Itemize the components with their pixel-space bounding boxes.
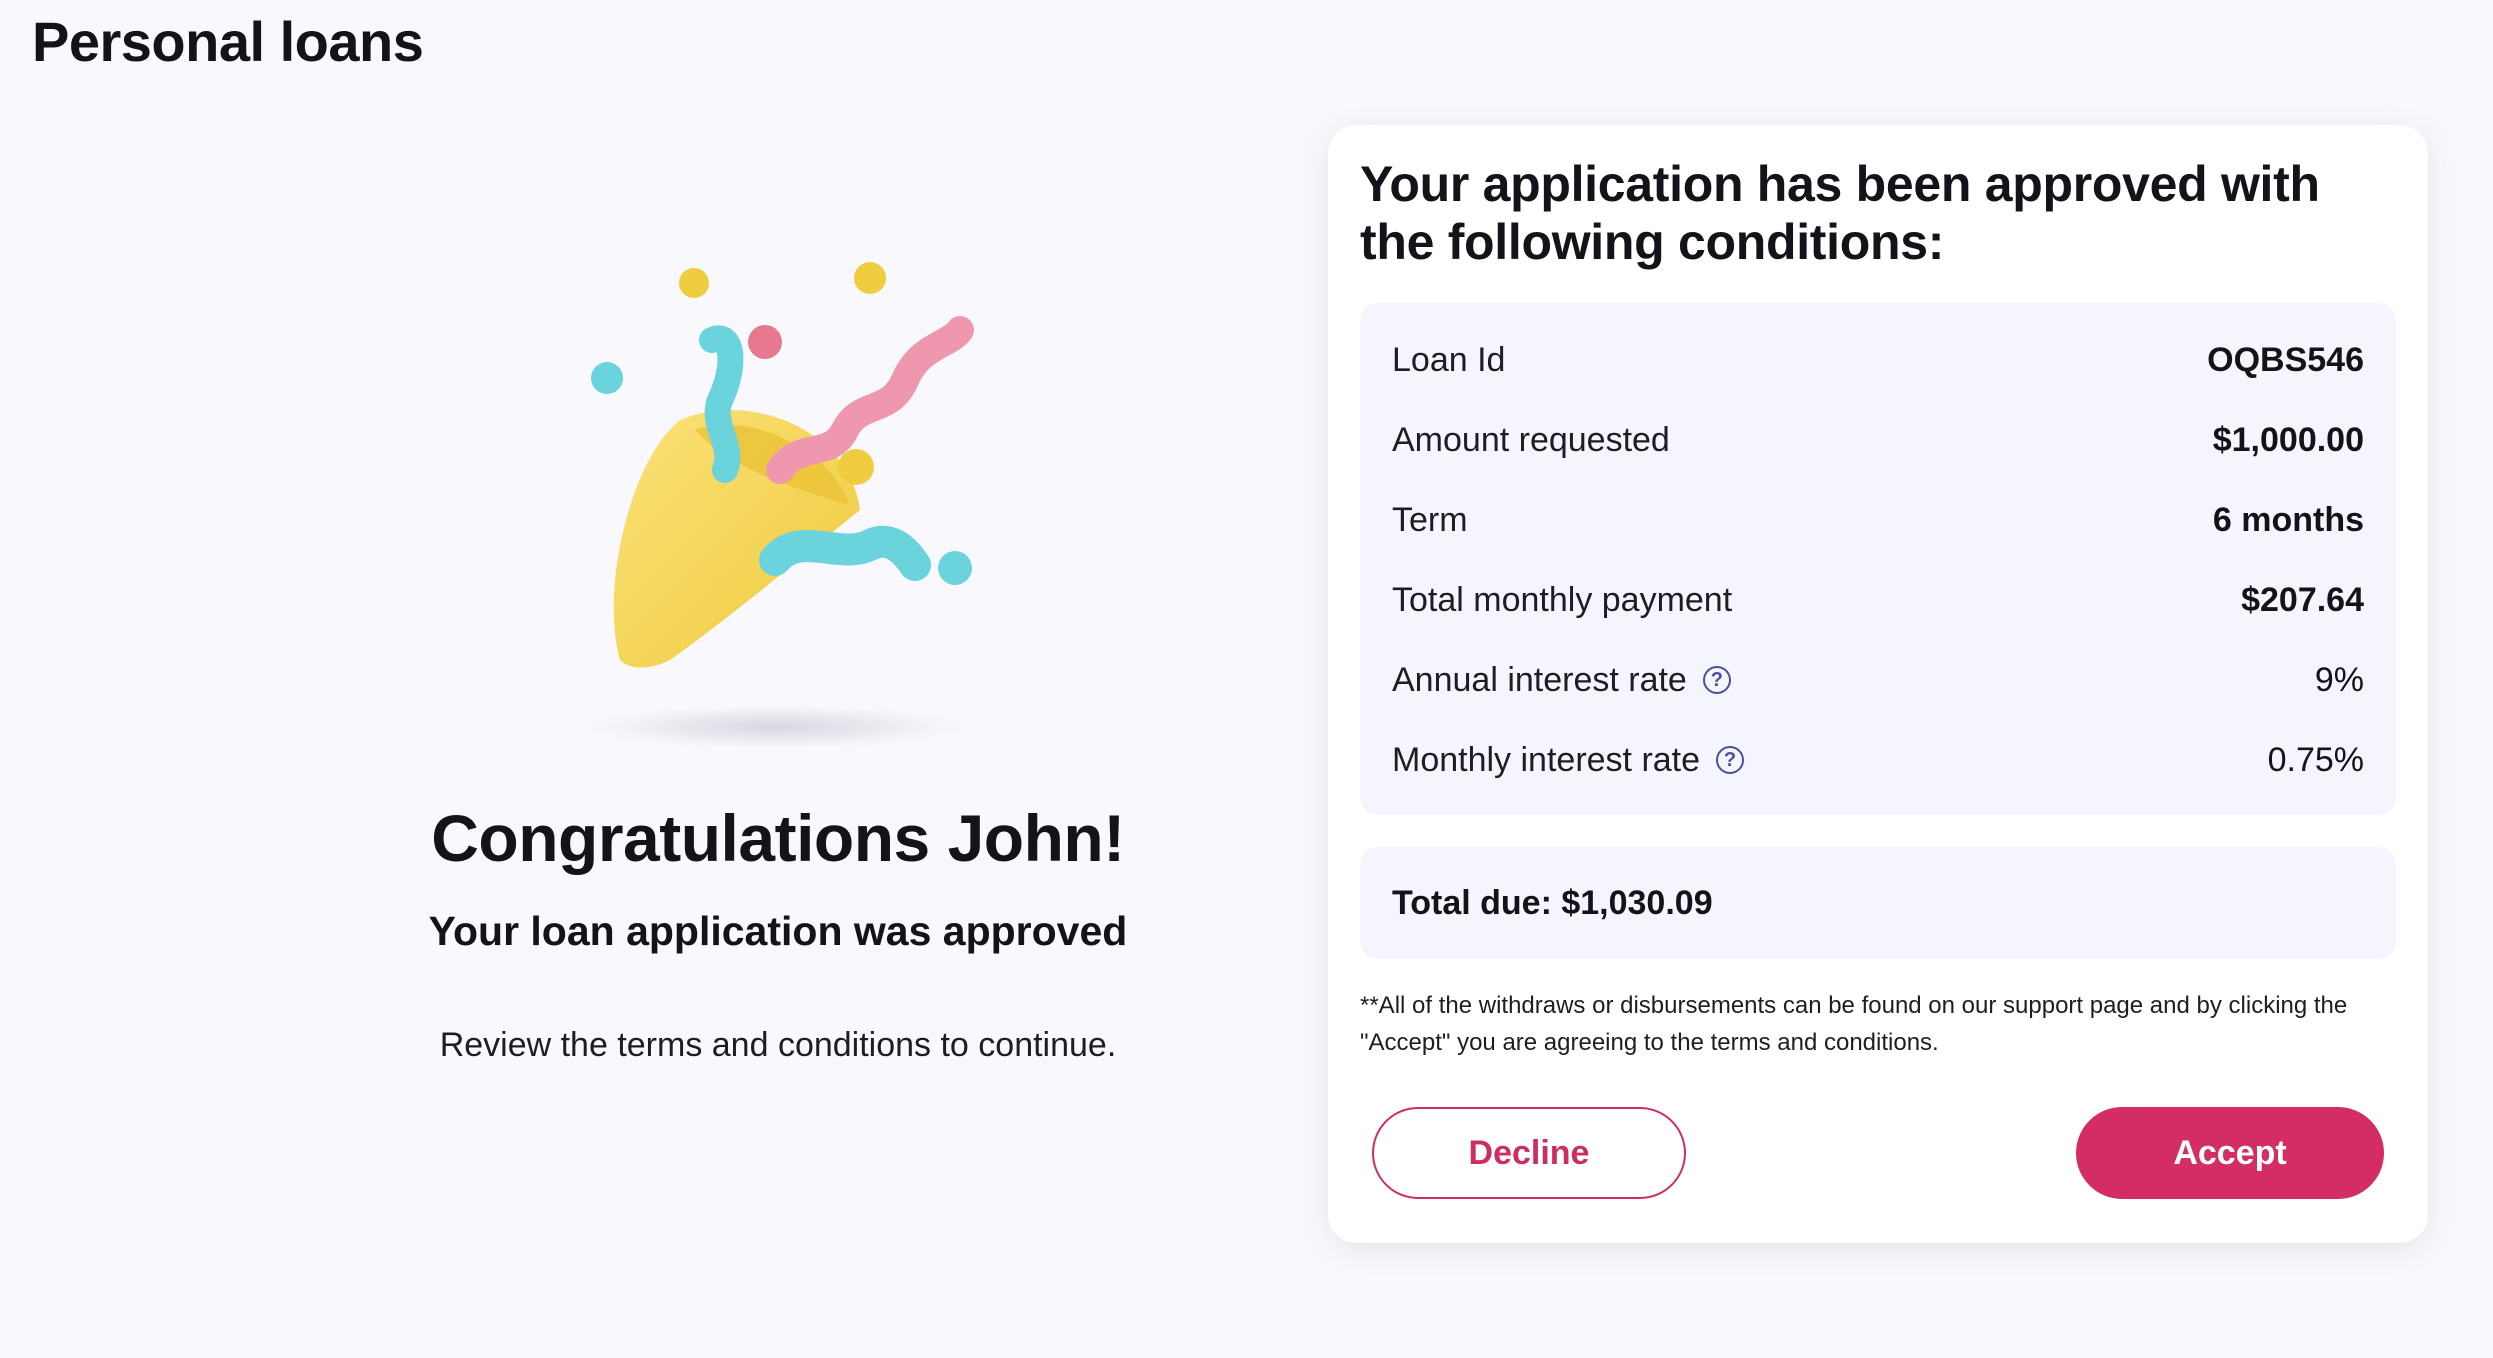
detail-value: 0.75% xyxy=(2267,740,2364,779)
party-popper-icon xyxy=(560,230,1000,760)
detail-label-text: Monthly interest rate xyxy=(1392,740,1701,779)
detail-label-text: Annual interest rate xyxy=(1392,660,1687,699)
page-title: Personal loans xyxy=(32,10,424,73)
detail-value: $207.64 xyxy=(2241,580,2364,619)
detail-label: Amount requested xyxy=(1392,420,1670,459)
detail-row-monthly-payment: Total monthly payment $207.64 xyxy=(1392,560,2364,640)
detail-value: 9% xyxy=(2314,660,2364,699)
total-due-panel: Total due: $1,030.09 xyxy=(1360,847,2396,959)
loan-details-panel: Loan Id OQBS546 Amount requested $1,000.… xyxy=(1360,303,2396,815)
question-circle-icon[interactable]: ? xyxy=(1716,746,1745,774)
approval-subtitle: Your loan application was approved xyxy=(428,908,1128,954)
detail-label-with-help: Monthly interest rate ? xyxy=(1392,740,1745,780)
detail-value: $1,000.00 xyxy=(2212,420,2364,459)
total-due-text: Total due: $1,030.09 xyxy=(1392,883,1713,922)
detail-label: Loan Id xyxy=(1392,340,1506,379)
detail-row-monthly-rate: Monthly interest rate ? 0.75% xyxy=(1392,720,2364,800)
accept-button[interactable]: Accept xyxy=(2076,1107,2384,1199)
detail-label: Total monthly payment xyxy=(1392,580,1733,619)
detail-row-amount-requested: Amount requested $1,000.00 xyxy=(1392,400,2364,480)
card-heading: Your application has been approved with … xyxy=(1360,156,2320,270)
detail-value: OQBS546 xyxy=(2207,340,2364,379)
detail-row-term: Term 6 months xyxy=(1392,480,2364,560)
question-circle-icon[interactable]: ? xyxy=(1702,666,1731,694)
detail-label: Term xyxy=(1392,500,1468,539)
approval-card: Your application has been approved with … xyxy=(1328,125,2428,1243)
instruction-text: Review the terms and conditions to conti… xyxy=(439,1026,1117,1064)
disclaimer-text: **All of the withdraws or disbursements … xyxy=(1360,992,2348,1056)
detail-label-with-help: Annual interest rate ? xyxy=(1392,661,1731,700)
congratulations-heading: Congratulations John! xyxy=(431,801,1125,875)
detail-row-loan-id: Loan Id OQBS546 xyxy=(1392,320,2364,400)
detail-row-annual-rate: Annual interest rate ? 9% xyxy=(1392,640,2364,720)
detail-value: 6 months xyxy=(2212,500,2364,539)
decline-button[interactable]: Decline xyxy=(1372,1107,1686,1199)
